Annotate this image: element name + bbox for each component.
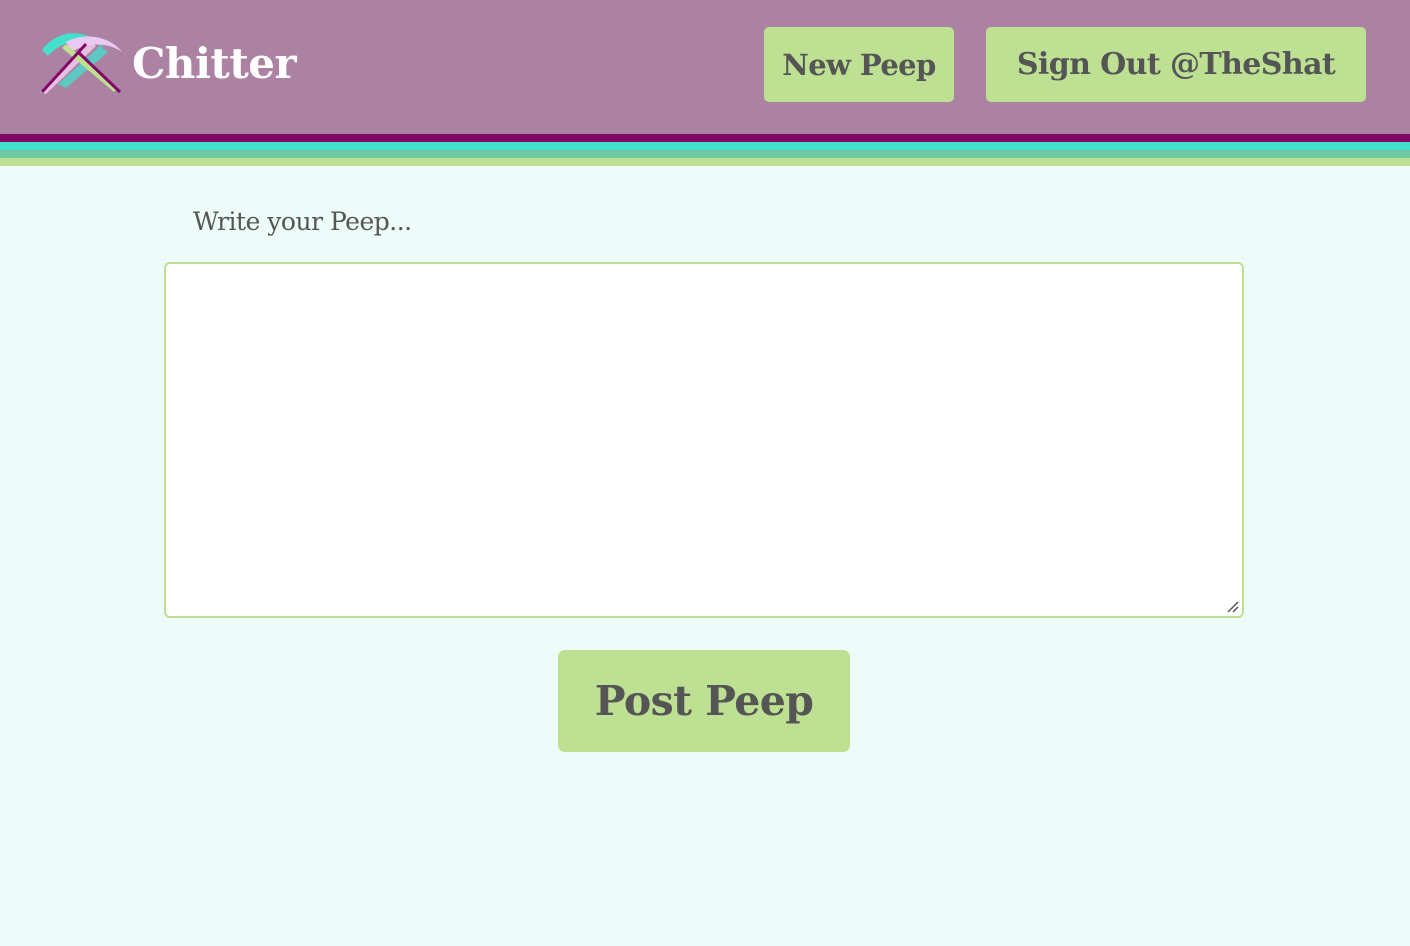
peep-label: Write your Peep...: [193, 207, 412, 236]
chitter-logo[interactable]: Chitter: [38, 30, 297, 96]
header-stripe-plum: [0, 134, 1410, 142]
header-stripe-lime: [0, 158, 1410, 166]
header-stripe-green: [0, 150, 1410, 158]
chitter-logo-icon: [40, 33, 122, 94]
post-peep-button[interactable]: Post Peep: [558, 650, 850, 752]
header-stripe-turquoise: [0, 142, 1410, 150]
sign-out-button[interactable]: Sign Out @TheShat: [986, 27, 1366, 102]
new-peep-button[interactable]: New Peep: [764, 27, 954, 102]
resize-grip-icon[interactable]: [1226, 600, 1240, 614]
brand-name: Chitter: [132, 38, 297, 88]
peep-textarea[interactable]: [164, 262, 1244, 618]
site-header: Chitter New Peep Sign Out @TheShat: [0, 0, 1410, 134]
